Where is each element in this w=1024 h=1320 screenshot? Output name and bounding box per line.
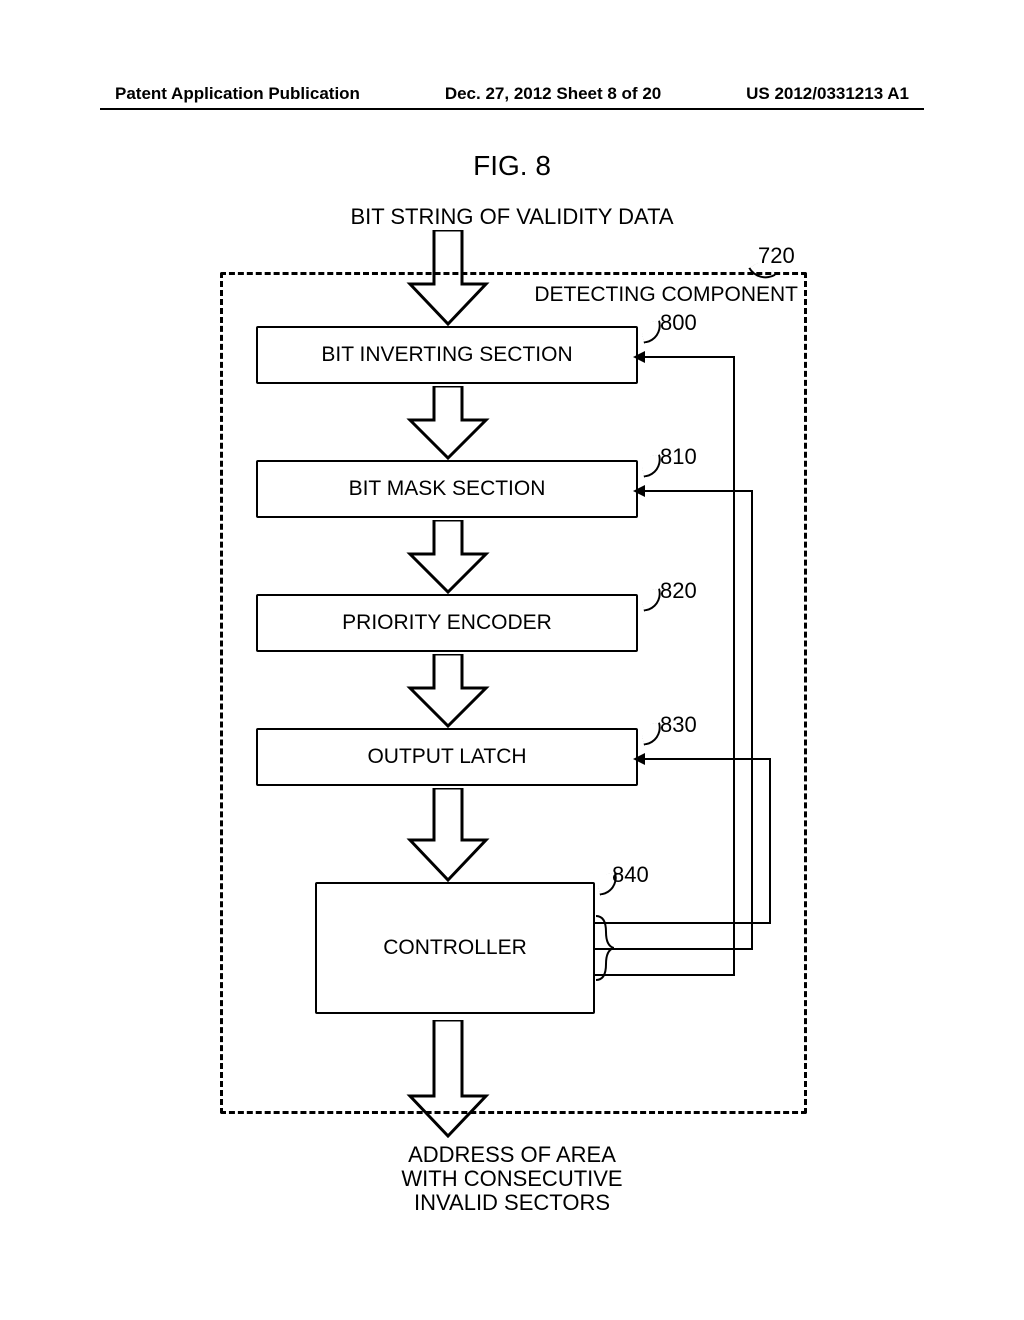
header-divider [100, 108, 924, 110]
flow-arrow-icon [400, 1020, 496, 1138]
flow-arrow-icon [400, 520, 496, 594]
bit-inverting-section-block: BIT INVERTING SECTION [256, 326, 638, 384]
input-label: BIT STRING OF VALIDITY DATA [350, 204, 673, 230]
controller-block: CONTROLLER [315, 882, 595, 1014]
feedback-line [769, 758, 771, 924]
feedback-line [595, 922, 771, 924]
reference-numeral-840: 840 [612, 862, 649, 888]
block-label: BIT INVERTING SECTION [321, 343, 572, 367]
header-center: Dec. 27, 2012 Sheet 8 of 20 [445, 84, 661, 104]
flow-arrow-icon [400, 386, 496, 460]
feedback-line [638, 356, 735, 358]
reference-numeral-820: 820 [660, 578, 697, 604]
feedback-line [638, 490, 753, 492]
brace-icon [596, 914, 614, 982]
flow-arrow-icon [400, 230, 496, 326]
arrowhead-icon [633, 753, 645, 765]
block-label: PRIORITY ENCODER [342, 611, 552, 635]
flow-arrow-icon [400, 654, 496, 728]
block-label: BIT MASK SECTION [349, 477, 546, 501]
reference-numeral-810: 810 [660, 444, 697, 470]
arrowhead-icon [633, 351, 645, 363]
output-line2: WITH CONSECUTIVE [401, 1166, 622, 1191]
reference-numeral-800: 800 [660, 310, 697, 336]
output-latch-block: OUTPUT LATCH [256, 728, 638, 786]
feedback-line [595, 974, 735, 976]
block-label: CONTROLLER [383, 936, 527, 960]
header-left: Patent Application Publication [115, 84, 360, 104]
feedback-line [751, 490, 753, 950]
output-label: ADDRESS OF AREA WITH CONSECUTIVE INVALID… [401, 1143, 622, 1216]
output-line1: ADDRESS OF AREA [408, 1142, 616, 1167]
figure-title: FIG. 8 [473, 150, 551, 182]
header-right: US 2012/0331213 A1 [746, 84, 909, 104]
block-label: OUTPUT LATCH [367, 745, 526, 769]
feedback-line [733, 356, 735, 976]
output-line3: INVALID SECTORS [414, 1190, 610, 1215]
flow-arrow-icon [400, 788, 496, 882]
priority-encoder-block: PRIORITY ENCODER [256, 594, 638, 652]
feedback-line [595, 948, 753, 950]
container-label: DETECTING COMPONENT [534, 283, 798, 307]
arrowhead-icon [633, 485, 645, 497]
bit-mask-section-block: BIT MASK SECTION [256, 460, 638, 518]
reference-numeral-830: 830 [660, 712, 697, 738]
